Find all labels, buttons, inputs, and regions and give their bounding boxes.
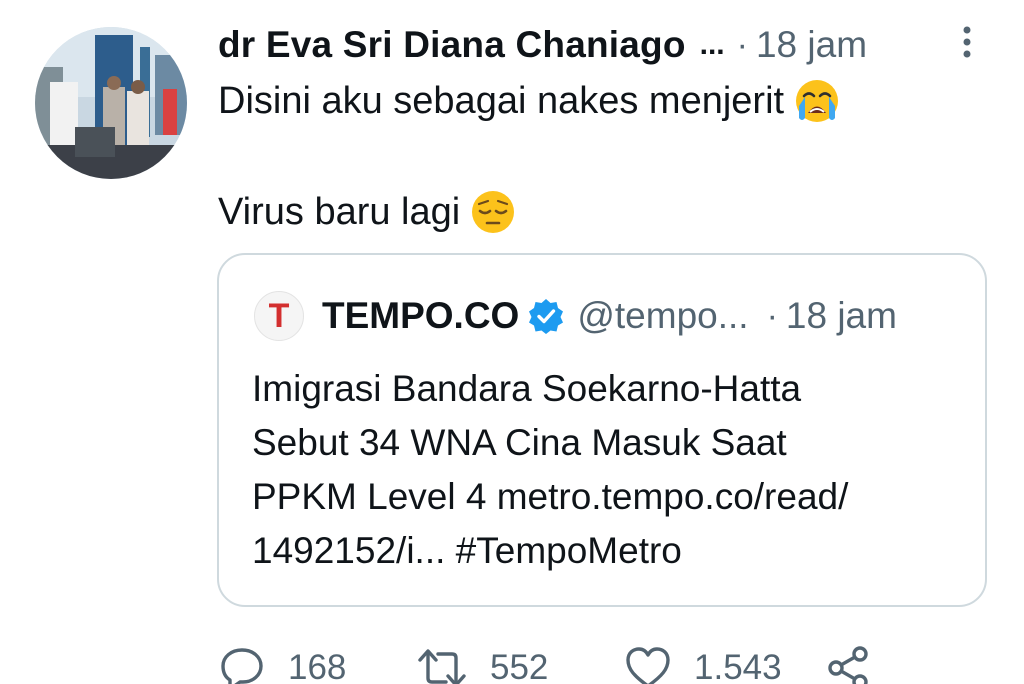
loudly-crying-face-icon — [794, 78, 840, 124]
quoted-tweet-timestamp[interactable]: 18 jam — [786, 295, 897, 337]
reply-count: 168 — [288, 648, 347, 684]
tweet-text: Disini aku sebagai nakes menjerit — [218, 79, 785, 122]
tempo-logo-letter: T — [268, 297, 290, 335]
tweet-header: dr Eva Sri Diana Chaniago ... · 18 jam — [218, 18, 1008, 72]
header-separator: · — [736, 25, 748, 64]
quoted-author-handle[interactable]: @tempo... — [577, 295, 748, 337]
more-options-icon[interactable] — [955, 22, 979, 66]
quoted-header-separator: · — [766, 296, 778, 335]
tweet-action-bar: 168 552 1.543 — [218, 640, 1018, 684]
quoted-text-line: Sebut 34 WNA Cina Masuk Saat — [252, 422, 787, 463]
retweet-count: 552 — [490, 648, 549, 684]
pensive-face-icon — [470, 189, 516, 235]
share-button[interactable] — [824, 640, 872, 684]
tweet-text: Virus baru lagi — [218, 190, 461, 233]
share-icon — [828, 646, 868, 684]
quoted-author-name[interactable]: TEMPO.CO — [322, 295, 519, 337]
name-ellipsis: ... — [699, 28, 725, 61]
author-name[interactable]: dr Eva Sri Diana Chaniago — [218, 24, 686, 66]
tempo-logo-icon[interactable]: T — [254, 291, 304, 341]
quoted-text-line: PPKM Level 4 metro.tempo.co/read/ — [252, 476, 849, 517]
reply-icon — [221, 648, 263, 684]
quoted-tweet[interactable]: T TEMPO.CO @tempo... · 18 jam Imigrasi B… — [217, 253, 987, 607]
tweet-card[interactable]: dr Eva Sri Diana Chaniago ... · 18 jam D… — [0, 0, 1024, 684]
quoted-tweet-header: T TEMPO.CO @tempo... · 18 jam — [254, 291, 974, 341]
quoted-text-line: Imigrasi Bandara Soekarno-Hatta — [252, 368, 802, 409]
quoted-text-line: 1492152/i... #TempoMetro — [252, 530, 682, 571]
reply-button[interactable]: 168 — [218, 640, 346, 684]
retweet-icon — [418, 649, 466, 684]
tweet-text-line-1: Disini aku sebagai nakes menjerit — [218, 73, 840, 129]
author-avatar[interactable] — [35, 27, 187, 179]
like-button[interactable]: 1.543 — [624, 640, 782, 684]
retweet-button[interactable]: 552 — [416, 640, 548, 684]
tweet-text-line-2: Virus baru lagi — [218, 184, 516, 240]
quoted-tweet-text: Imigrasi Bandara Soekarno-Hatta Sebut 34… — [252, 362, 972, 578]
like-count: 1.543 — [694, 648, 782, 684]
verified-badge-icon — [527, 297, 565, 335]
heart-icon — [626, 647, 670, 684]
tweet-timestamp[interactable]: 18 jam — [756, 24, 867, 66]
